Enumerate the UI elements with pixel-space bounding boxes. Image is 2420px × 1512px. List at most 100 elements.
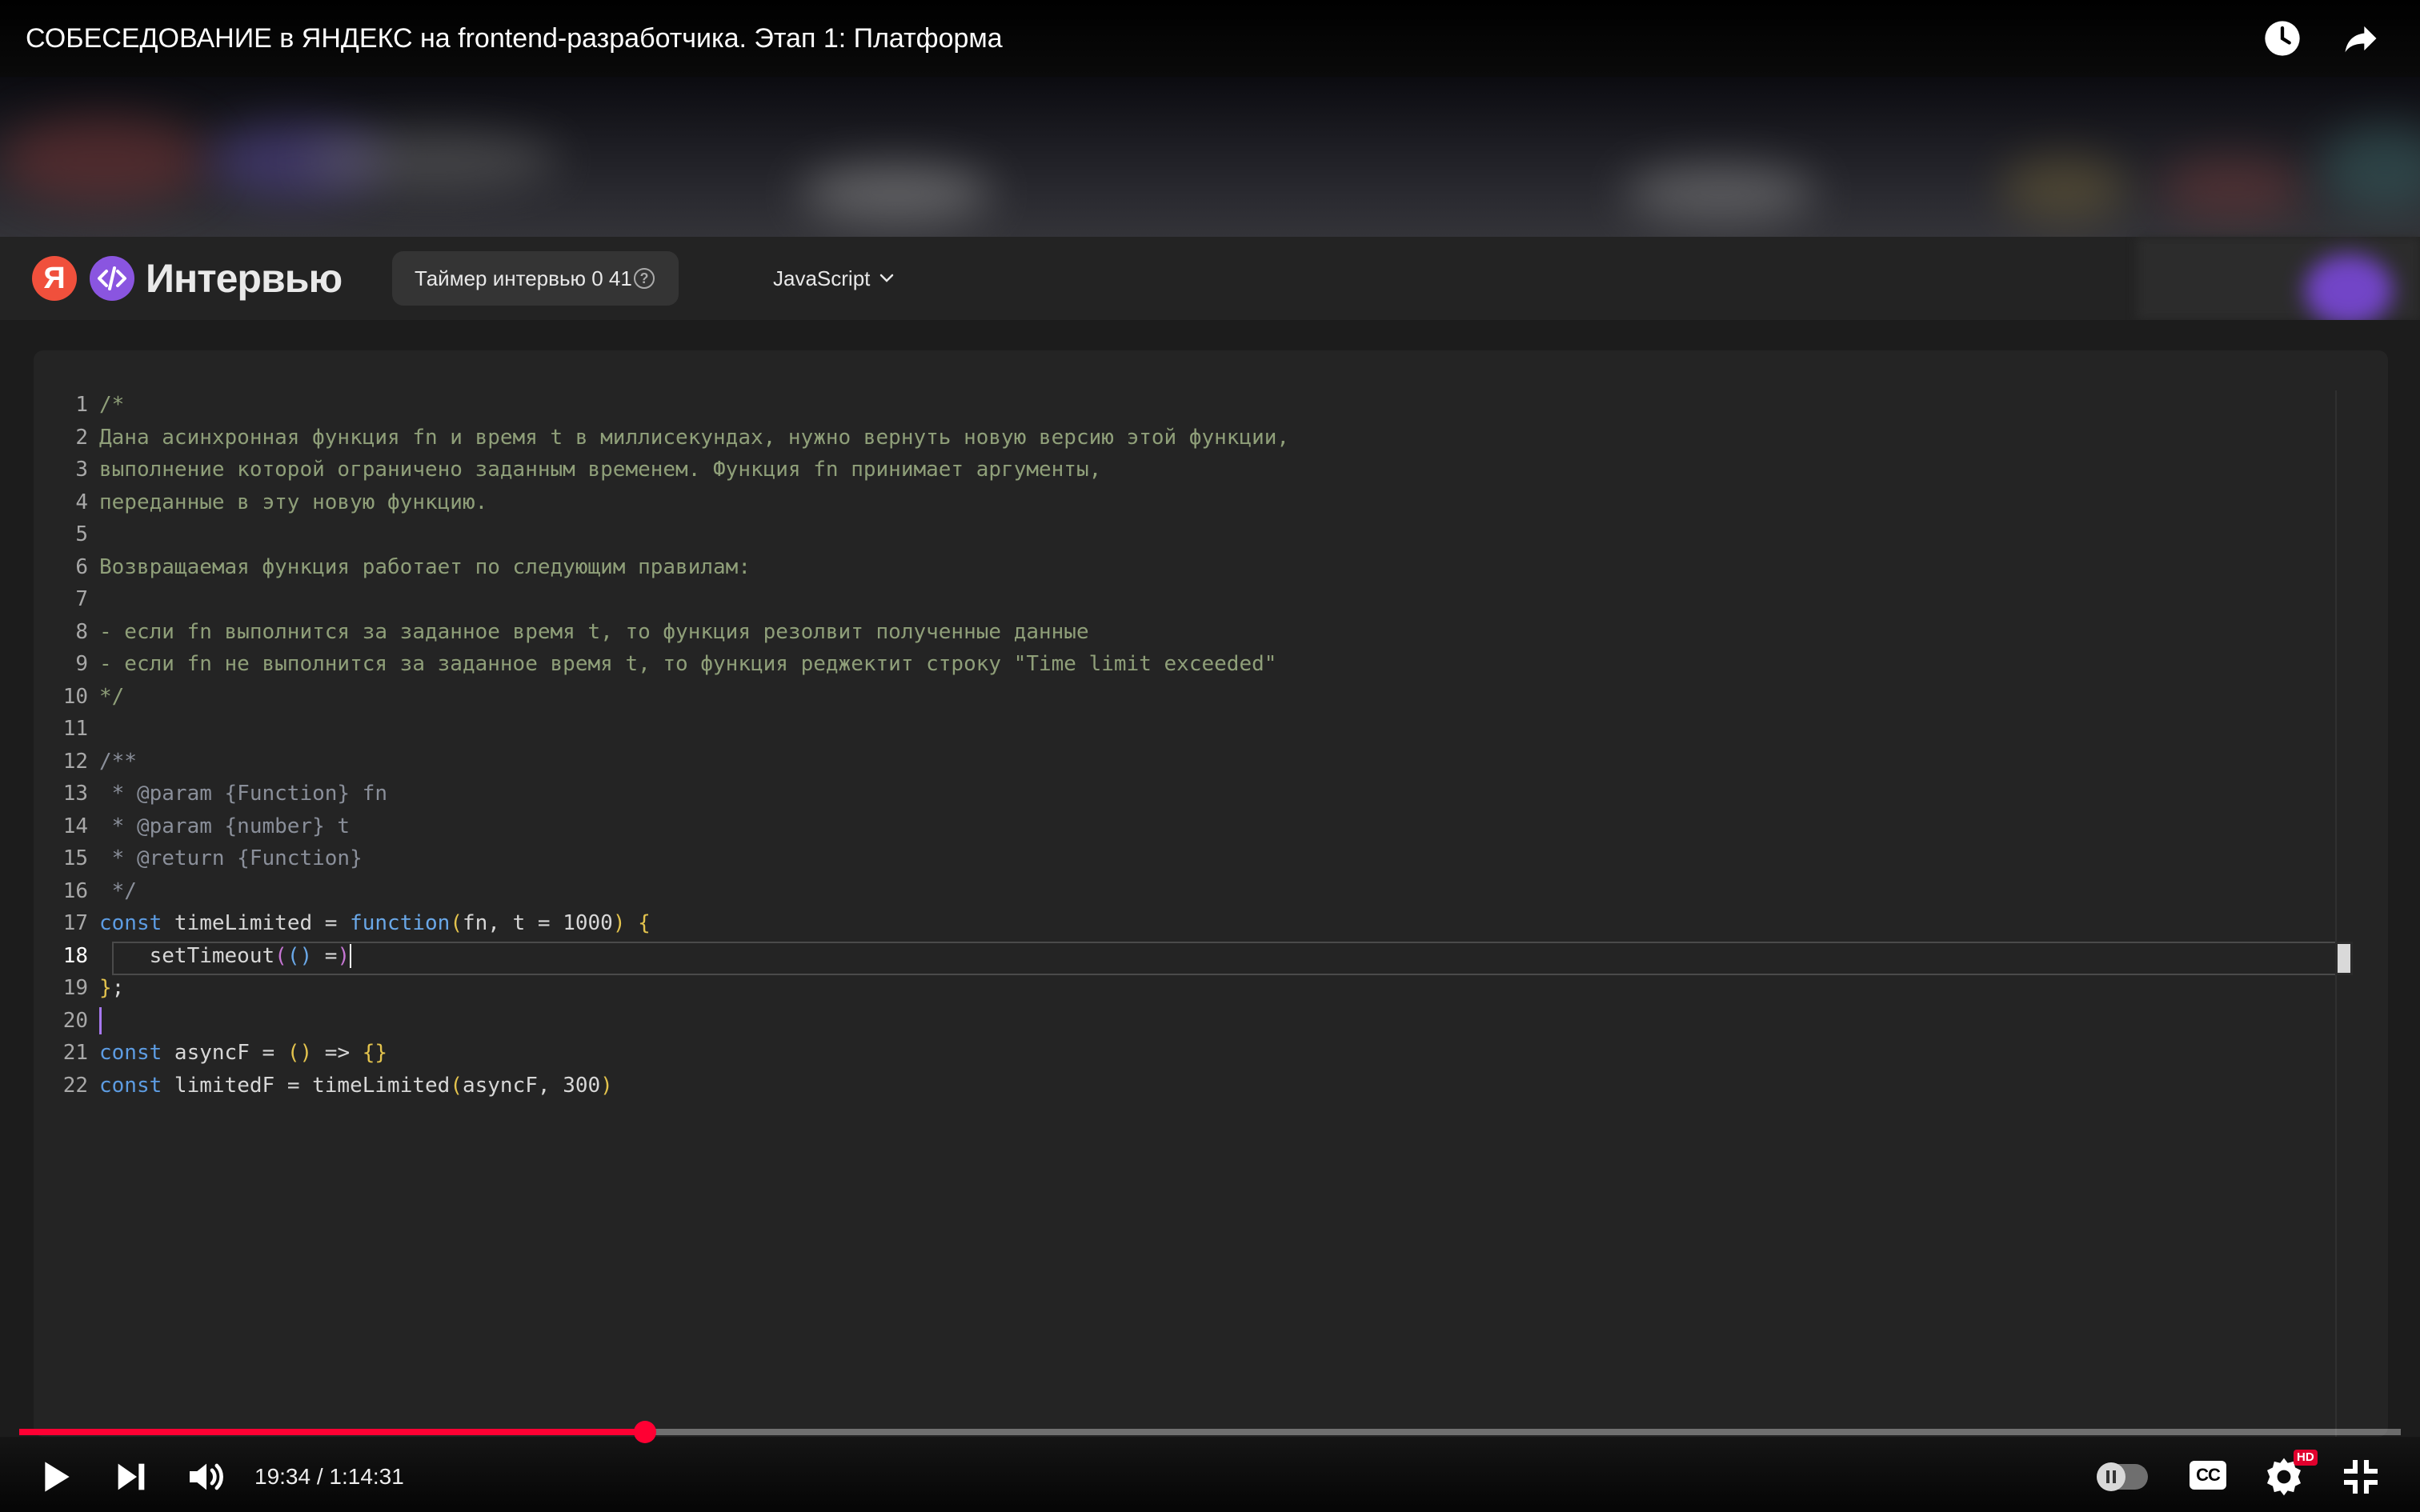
language-label: JavaScript	[773, 266, 871, 290]
line-number: 16	[62, 878, 88, 903]
yandex-logo[interactable]: Я	[32, 256, 77, 301]
code-token: Возвращаемая функция работает по следующ…	[99, 554, 751, 579]
line-number: 1	[75, 393, 88, 417]
code-token: переданные в эту новую функцию.	[99, 490, 488, 514]
code-line[interactable]: 5	[48, 518, 1289, 551]
progress-scrubber[interactable]	[634, 1421, 656, 1443]
line-number: 19	[62, 976, 88, 1000]
code-token: * @return {Function}	[99, 846, 363, 870]
code-token: const	[99, 911, 162, 935]
code-line[interactable]: 19};	[48, 972, 1289, 1005]
watch-later-icon[interactable]	[2262, 18, 2303, 59]
code-logo-icon	[90, 256, 134, 301]
code-token: )	[600, 1073, 613, 1098]
line-number: 12	[62, 749, 88, 774]
code-token: timeLimited =	[162, 911, 351, 935]
next-icon[interactable]	[109, 1454, 154, 1499]
line-number: 9	[75, 652, 88, 676]
line-number: 14	[62, 814, 88, 838]
code-token: ;	[111, 976, 125, 1000]
code-token: =	[312, 943, 338, 968]
autoplay-pause-icon	[2097, 1462, 2126, 1491]
line-number: 22	[62, 1073, 88, 1098]
interview-timer: Таймер интервью 0 41 ?	[392, 251, 679, 306]
code-token: выполнение которой ограничено заданным в…	[99, 458, 1102, 482]
blurred-background-strip	[0, 77, 2420, 237]
code-token: asyncF =	[162, 1041, 287, 1065]
line-number: 7	[75, 587, 88, 611]
code-token: - если fn не выполнится за заданное врем…	[99, 652, 1277, 676]
text-cursor	[350, 944, 352, 968]
code-line[interactable]: 22 const limitedF = timeLimited(asyncF, 3…	[48, 1070, 1289, 1102]
blurred-avatar	[2305, 254, 2393, 326]
code-token: ()	[286, 1041, 313, 1065]
code-line[interactable]: 14 * @param {number} t	[48, 810, 1289, 843]
exit-fullscreen-icon[interactable]	[2338, 1454, 2383, 1499]
line-number: 21	[62, 1041, 88, 1065]
code-line[interactable]: 18 setTimeout(() =)	[48, 940, 1289, 973]
code-line[interactable]: 4 переданные в эту новую функцию.	[48, 486, 1289, 519]
code-line[interactable]: 12 /**	[48, 746, 1289, 778]
line-number: 4	[75, 490, 88, 514]
code-line[interactable]: 9 - если fn не выполнится за заданное вре…	[48, 648, 1289, 681]
share-icon[interactable]	[2340, 18, 2382, 59]
autoplay-toggle[interactable]	[2097, 1462, 2148, 1491]
code-line[interactable]: 17 const timeLimited = function(fn, t = 1…	[48, 907, 1289, 940]
line-number: 8	[75, 619, 88, 644]
line-number: 20	[62, 1008, 88, 1033]
line-number: 3	[75, 458, 88, 482]
code-line[interactable]: 3 выполнение которой ограничено заданным …	[48, 454, 1289, 486]
code-token: =>	[312, 1041, 363, 1065]
line-number: 2	[75, 425, 88, 450]
volume-icon[interactable]	[184, 1454, 229, 1499]
code-line[interactable]: 6 Возвращаемая функция работает по следую…	[48, 551, 1289, 584]
code-line[interactable]: 20	[48, 1005, 1289, 1038]
code-token: )	[337, 943, 351, 968]
line-number: 11	[62, 717, 88, 741]
subtitles-icon[interactable]: CC	[2190, 1461, 2226, 1490]
play-icon[interactable]	[32, 1454, 77, 1499]
video-title[interactable]: СОБЕСЕДОВАНИЕ в ЯНДЕКС на frontend-разра…	[26, 18, 1003, 59]
code-lines[interactable]: 1 /* 2 Дана асинхронная функция fn и время …	[48, 389, 1289, 1102]
code-token: asyncF, 300	[462, 1073, 601, 1098]
time-display: 19:34 / 1:14:31	[254, 1464, 404, 1489]
hd-badge: HD	[2294, 1450, 2318, 1466]
code-line[interactable]: 10 */	[48, 681, 1289, 714]
code-token: }	[99, 976, 112, 1000]
code-token: */	[99, 684, 125, 709]
code-token: )	[612, 911, 626, 935]
line-number: 18	[62, 943, 88, 968]
code-token: setTimeout	[99, 943, 275, 968]
code-token: function	[350, 911, 451, 935]
video-title-bar: СОБЕСЕДОВАНИЕ в ЯНДЕКС на frontend-разра…	[0, 0, 2420, 77]
language-select[interactable]: JavaScript	[773, 251, 909, 306]
help-icon[interactable]: ?	[634, 268, 655, 289]
code-line[interactable]: 1 /*	[48, 389, 1289, 422]
code-line[interactable]: 13 * @param {Function} fn	[48, 778, 1289, 810]
code-token: {}	[362, 1041, 388, 1065]
line-number: 17	[62, 911, 88, 935]
code-token: */	[99, 878, 137, 903]
code-line[interactable]: 15 * @return {Function}	[48, 842, 1289, 875]
code-token: (	[450, 911, 463, 935]
code-token: * @param {Function} fn	[99, 782, 388, 806]
interview-header: Я Интервью Таймер интервью 0 41 ? JavaSc…	[0, 237, 2420, 326]
progress-played	[19, 1429, 645, 1435]
code-line[interactable]: 11	[48, 713, 1289, 746]
text-cursor	[99, 1007, 102, 1034]
code-line[interactable]: 16 */	[48, 875, 1289, 908]
code-token: {	[638, 911, 651, 935]
code-line[interactable]: 8 - если fn выполнится за заданное время …	[48, 616, 1289, 649]
code-line[interactable]: 7	[48, 583, 1289, 616]
code-token: const	[99, 1073, 162, 1098]
brand-name: Интервью	[146, 256, 343, 301]
code-token: Дана асинхронная функция fn и время t в …	[99, 425, 1290, 450]
code-token: limitedF = timeLimited	[162, 1073, 451, 1098]
editor-scrollbar[interactable]	[2335, 390, 2353, 1437]
code-line[interactable]: 2 Дана асинхронная функция fn и время t в…	[48, 422, 1289, 454]
line-number: 15	[62, 846, 88, 870]
code-token: fn, t = 1000	[462, 911, 613, 935]
code-token: - если fn выполнится за заданное время t…	[99, 619, 1089, 644]
code-line[interactable]: 21 const asyncF = () => {}	[48, 1037, 1289, 1070]
